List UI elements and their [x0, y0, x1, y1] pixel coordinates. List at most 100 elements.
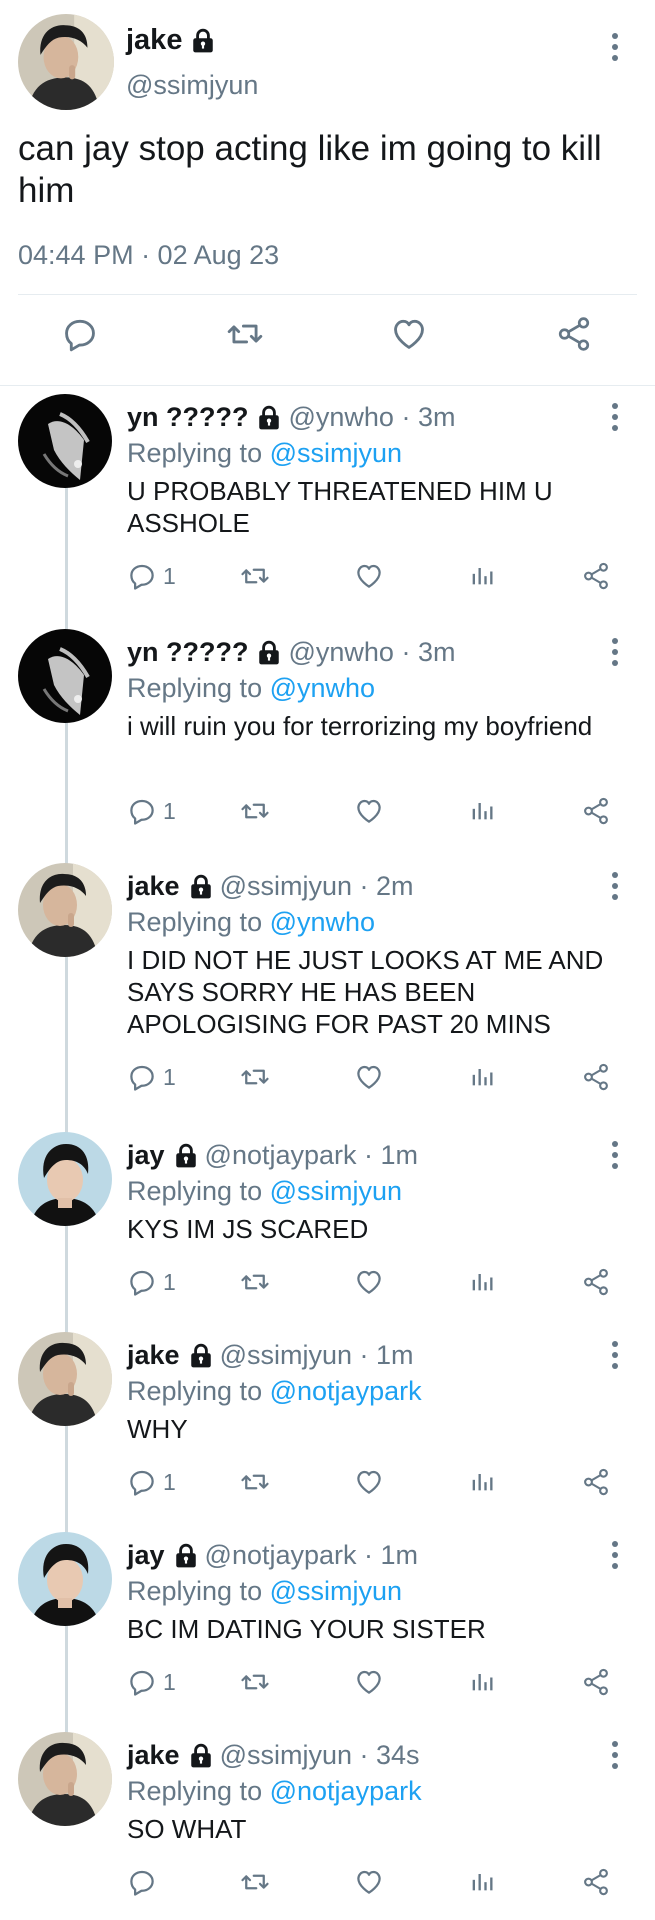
more-icon[interactable]	[610, 1340, 620, 1370]
author-handle[interactable]: @notjaypark	[205, 1140, 357, 1171]
author-handle[interactable]: @ssimjyun	[126, 70, 258, 101]
lock-icon	[188, 874, 214, 900]
retweet-icon[interactable]	[240, 796, 270, 826]
main-tweet: jake @ssimjyun can jay stop acting like …	[0, 0, 655, 386]
mention-link[interactable]: @ynwho	[270, 907, 375, 937]
analytics-icon[interactable]	[468, 561, 496, 589]
reply-count: 1	[163, 1268, 176, 1295]
analytics-icon[interactable]	[468, 796, 496, 824]
mention-link[interactable]: @ssimjyun	[270, 438, 402, 468]
more-icon[interactable]	[610, 1140, 620, 1170]
analytics-icon[interactable]	[468, 1267, 496, 1295]
author-name[interactable]: jake	[127, 871, 180, 902]
reply-icon[interactable]	[61, 315, 99, 353]
analytics-icon[interactable]	[468, 1062, 496, 1090]
share-icon[interactable]	[581, 1267, 611, 1297]
retweet-icon[interactable]	[240, 1267, 270, 1297]
analytics-icon[interactable]	[468, 1467, 496, 1495]
like-icon[interactable]	[390, 315, 428, 353]
share-icon[interactable]	[581, 561, 611, 591]
author-name[interactable]: jake	[127, 1340, 180, 1371]
retweet-icon[interactable]	[240, 1062, 270, 1092]
more-icon[interactable]	[610, 871, 620, 901]
reply-button[interactable]: 1	[127, 1467, 176, 1497]
reply-tweet[interactable]: jake @ssimjyun · 1m Replying to @notjayp…	[0, 1330, 655, 1530]
retweet-icon[interactable]	[240, 1667, 270, 1697]
like-icon[interactable]	[354, 1267, 384, 1297]
share-icon[interactable]	[581, 796, 611, 826]
like-icon[interactable]	[354, 796, 384, 826]
like-icon[interactable]	[354, 1867, 384, 1897]
author-handle[interactable]: @ssimjyun	[220, 1740, 352, 1771]
author-name[interactable]: yn ?????	[127, 402, 248, 433]
reply-tweet[interactable]: yn ????? @ynwho · 3m Replying to @ssimjy…	[0, 392, 655, 627]
avatar[interactable]	[18, 1732, 112, 1826]
share-icon[interactable]	[581, 1667, 611, 1697]
avatar[interactable]	[18, 14, 114, 110]
avatar[interactable]	[18, 1332, 112, 1426]
avatar[interactable]	[18, 863, 112, 957]
share-icon[interactable]	[581, 1062, 611, 1092]
mention-link[interactable]: @notjaypark	[270, 1376, 422, 1406]
avatar[interactable]	[18, 629, 112, 723]
reply-tweet[interactable]: jake @ssimjyun · 34s Replying to @notjay…	[0, 1730, 655, 1915]
more-icon[interactable]	[610, 637, 620, 667]
mention-link[interactable]: @notjaypark	[270, 1776, 422, 1806]
reply-count: 1	[163, 562, 176, 589]
reply-button[interactable]: 1	[127, 1267, 176, 1297]
author-handle[interactable]: @notjaypark	[205, 1540, 357, 1571]
reply-tweet[interactable]: jay @notjaypark · 1m Replying to @ssimjy…	[0, 1530, 655, 1730]
reply-actions: 1	[0, 1467, 655, 1501]
replying-to: Replying to @ssimjyun	[127, 1576, 402, 1607]
reply-button[interactable]: 1	[127, 1062, 176, 1092]
more-icon[interactable]	[610, 1540, 620, 1570]
author-name[interactable]: jay	[127, 1540, 165, 1571]
reply-tweet[interactable]: yn ????? @ynwho · 3m Replying to @ynwho …	[0, 627, 655, 861]
retweet-icon[interactable]	[240, 1467, 270, 1497]
more-icon[interactable]	[610, 1740, 620, 1770]
analytics-icon[interactable]	[468, 1867, 496, 1895]
lock-icon	[190, 28, 216, 54]
author-name[interactable]: jake	[127, 1740, 180, 1771]
avatar[interactable]	[18, 394, 112, 488]
tweet-actions	[0, 315, 655, 365]
reply-time: 1m	[376, 1340, 414, 1370]
author-name[interactable]: jake	[126, 24, 216, 57]
reply-tweet[interactable]: jay @notjaypark · 1m Replying to @ssimjy…	[0, 1130, 655, 1330]
share-icon[interactable]	[555, 315, 593, 353]
author-handle[interactable]: @ynwho	[288, 637, 393, 668]
author-handle[interactable]: @ssimjyun	[220, 871, 352, 902]
reply-header: yn ????? @ynwho · 3m	[127, 637, 455, 668]
author-name[interactable]: jay	[127, 1140, 165, 1171]
like-icon[interactable]	[354, 1467, 384, 1497]
analytics-icon[interactable]	[468, 1667, 496, 1695]
mention-link[interactable]: @ssimjyun	[270, 1176, 402, 1206]
avatar[interactable]	[18, 1132, 112, 1226]
author-handle[interactable]: @ssimjyun	[220, 1340, 352, 1371]
reply-button[interactable]: 1	[127, 796, 176, 826]
like-icon[interactable]	[354, 1062, 384, 1092]
author-handle[interactable]: @ynwho	[288, 402, 393, 433]
lock-icon	[188, 1743, 214, 1769]
more-icon[interactable]	[610, 32, 620, 62]
avatar[interactable]	[18, 1532, 112, 1626]
retweet-icon[interactable]	[240, 1867, 270, 1897]
reply-button[interactable]	[127, 1867, 163, 1897]
share-icon[interactable]	[581, 1467, 611, 1497]
replying-prefix: Replying to	[127, 438, 263, 468]
retweet-icon[interactable]	[226, 315, 264, 353]
share-icon[interactable]	[581, 1867, 611, 1897]
reply-button[interactable]: 1	[127, 561, 176, 591]
reply-header: jay @notjaypark · 1m	[127, 1540, 418, 1571]
reply-actions: 1	[0, 1267, 655, 1301]
reply-header: jay @notjaypark · 1m	[127, 1140, 418, 1171]
author-name[interactable]: yn ?????	[127, 637, 248, 668]
retweet-icon[interactable]	[240, 561, 270, 591]
mention-link[interactable]: @ynwho	[270, 673, 375, 703]
more-icon[interactable]	[610, 402, 620, 432]
like-icon[interactable]	[354, 561, 384, 591]
reply-tweet[interactable]: jake @ssimjyun · 2m Replying to @ynwho I…	[0, 861, 655, 1130]
reply-button[interactable]: 1	[127, 1667, 176, 1697]
like-icon[interactable]	[354, 1667, 384, 1697]
mention-link[interactable]: @ssimjyun	[270, 1576, 402, 1606]
